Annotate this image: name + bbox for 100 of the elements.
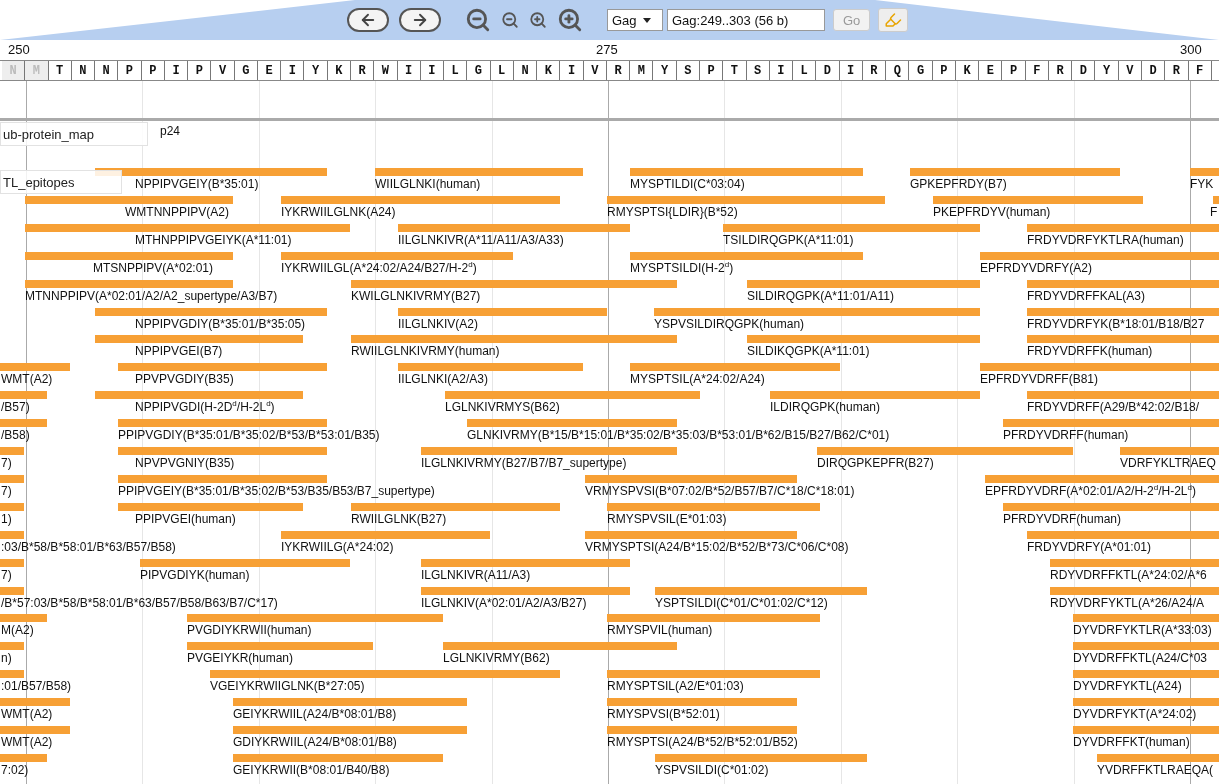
feature-bar[interactable] (0, 642, 24, 651)
zoom-in-button[interactable] (529, 11, 547, 29)
feature-bar[interactable] (0, 753, 47, 762)
feature-bar[interactable] (445, 391, 700, 400)
feature-bar[interactable] (607, 195, 885, 204)
feature-bar[interactable] (0, 670, 24, 679)
feature-bar[interactable] (607, 698, 797, 707)
feature-bar[interactable] (443, 642, 677, 651)
feature-bar[interactable] (118, 502, 303, 511)
back-button[interactable] (347, 8, 389, 32)
track-label[interactable]: ub-protein_map (0, 122, 148, 146)
forward-button[interactable] (399, 8, 441, 32)
epitope-label: IILGLNKIVR(A*11/A11/A3/A33) (398, 232, 564, 247)
feature-bar[interactable] (25, 251, 233, 260)
epitope-label: PIPVGDIYK(human) (140, 567, 250, 582)
track-label[interactable]: TL_epitopes (0, 170, 122, 194)
feature-bar[interactable] (140, 558, 350, 567)
zoom-out-button[interactable] (465, 7, 491, 33)
feature-bar[interactable] (607, 614, 820, 623)
feature-bar[interactable] (95, 307, 327, 316)
location-field[interactable]: Gag:249..303 (56 b) (667, 9, 825, 31)
feature-bar[interactable] (95, 168, 327, 176)
ruler-tick-label: 300 (1180, 42, 1202, 57)
epitope-label: PVGEIYKR(human) (187, 651, 294, 666)
feature-bar[interactable] (351, 279, 677, 288)
feature-bar[interactable] (421, 586, 630, 595)
feature-bar[interactable] (0, 419, 47, 428)
feature-bar[interactable] (95, 391, 303, 400)
feature-bar[interactable] (1003, 419, 1219, 428)
feature-bar[interactable] (933, 195, 1143, 204)
feature-bar[interactable] (421, 558, 630, 567)
feature-bar[interactable] (281, 251, 513, 260)
feature-bar[interactable] (630, 251, 863, 260)
feature-bar[interactable] (25, 195, 233, 204)
highlighter-icon (884, 11, 903, 29)
feature-bar[interactable] (607, 670, 820, 679)
feature-bar[interactable] (1073, 642, 1219, 651)
feature-bar[interactable] (1027, 530, 1219, 539)
highlight-button[interactable] (878, 8, 909, 32)
feature-bar[interactable] (1027, 391, 1219, 400)
feature-bar[interactable] (233, 698, 467, 707)
feature-bar[interactable] (95, 335, 303, 344)
feature-bar[interactable] (1073, 670, 1219, 679)
feature-bar[interactable] (985, 474, 1219, 483)
feature-bar[interactable] (1027, 279, 1219, 288)
feature-bar[interactable] (187, 614, 443, 623)
feature-bar[interactable] (1097, 753, 1219, 762)
feature-bar[interactable] (210, 670, 560, 679)
feature-bar[interactable] (1027, 223, 1219, 232)
feature-bar[interactable] (747, 335, 980, 344)
feature-bar[interactable] (398, 363, 583, 372)
feature-bar[interactable] (118, 419, 327, 428)
feature-bar[interactable] (1073, 698, 1219, 707)
feature-bar[interactable] (585, 474, 797, 483)
feature-bar[interactable] (980, 251, 1219, 260)
feature-bar[interactable] (0, 474, 24, 483)
feature-bar[interactable] (1073, 614, 1219, 623)
feature-bar[interactable] (0, 530, 24, 539)
feature-bar[interactable] (1003, 502, 1219, 511)
feature-bar[interactable] (0, 698, 70, 707)
epitope-label: YSPVSILDIRQGPK(human) (654, 316, 805, 331)
feature-bar[interactable] (747, 279, 980, 288)
feature-bar[interactable] (1027, 307, 1219, 316)
feature-bar[interactable] (1050, 558, 1219, 567)
feature-bar[interactable] (723, 223, 980, 232)
feature-bar[interactable] (281, 195, 560, 204)
feature-bar[interactable] (0, 391, 47, 400)
zoom-out-button[interactable] (501, 11, 519, 29)
feature-bar[interactable] (398, 307, 607, 316)
feature-bar[interactable] (25, 279, 233, 288)
feature-bar[interactable] (187, 642, 373, 651)
feature-bar[interactable] (351, 502, 560, 511)
feature-bar[interactable] (1050, 586, 1219, 595)
feature-bar[interactable] (467, 419, 677, 428)
feature-bar[interactable] (0, 502, 24, 511)
feature-bar[interactable] (118, 363, 327, 372)
feature-bar[interactable] (398, 223, 630, 232)
feature-bar[interactable] (770, 391, 980, 400)
epitope-label: GLNKIVRMY(B*15/B*15:01/B*35:02/B*35:03/B*53:01/B*62/B15/B27/B62/C*01) (467, 428, 890, 443)
feature-bar[interactable] (655, 753, 867, 762)
feature-bar[interactable] (351, 335, 677, 344)
feature-bar[interactable] (0, 614, 47, 623)
feature-bar[interactable] (281, 530, 490, 539)
feature-bar[interactable] (25, 223, 350, 232)
zoom-in-button[interactable] (557, 7, 583, 33)
feature-bar[interactable] (630, 363, 840, 372)
feature-bar[interactable] (1213, 195, 1219, 204)
feature-bar[interactable] (118, 474, 327, 483)
feature-bar[interactable] (0, 558, 24, 567)
feature-bar[interactable] (654, 307, 980, 316)
reference-dropdown[interactable]: Gag (607, 9, 663, 31)
feature-bar[interactable] (233, 753, 443, 762)
feature-bar[interactable] (585, 530, 797, 539)
feature-bar[interactable] (607, 502, 820, 511)
feature-bar[interactable] (0, 363, 70, 372)
feature-bar[interactable] (980, 363, 1219, 372)
feature-bar[interactable] (1027, 335, 1219, 344)
feature-bar[interactable] (655, 586, 867, 595)
epitope-label: SILDIRQGPK(A*11:01/A11) (747, 288, 894, 303)
feature-bar[interactable] (0, 586, 24, 595)
